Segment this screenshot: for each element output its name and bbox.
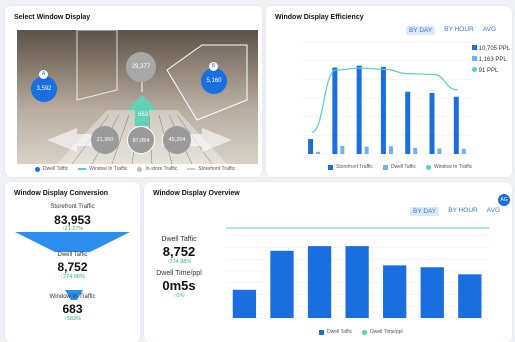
storefront-bar [308,139,314,154]
dwell-bar [345,246,369,318]
camera-view[interactable]: 3,592 A 5,160 B 29,377 663 21,950 87,054… [17,30,258,164]
window-in-legend-icon [425,164,431,170]
window-value: 683 [62,302,83,316]
dwell-bar [458,274,482,318]
efficiency-chart [302,41,472,155]
dwell-legend-icon [35,166,40,172]
efficiency-card: Window Display Efficiency BY DAY BY HOUR… [266,6,512,177]
bubble-left[interactable]: 21,950 [91,126,119,154]
dwell-change: ↑274.98% [60,274,85,280]
dwell-label: Dwell Taffic [57,252,88,258]
storefront-bar [380,66,386,154]
storefront-legend-icon [187,168,196,170]
dwell-legend-icon [472,56,477,61]
dwell-value: 8,752 [57,260,88,274]
overview-chart [226,223,489,319]
dwell-bar [340,145,345,154]
storefront-legend-icon [472,45,477,50]
storefront-legend-icon [328,164,333,170]
dwell-time-legend-icon [362,329,368,335]
storefront-change: ↑21.27% [61,226,84,232]
dwell-bar [232,289,257,318]
window-label: Window In Traffic [49,294,96,300]
conversion-card: Window Display Conversion Storefront Tra… [5,182,140,342]
dwell-bar [307,246,332,318]
dwell-bar [316,151,321,154]
storefront-value: 83,953 [54,213,91,227]
storefront-bar [405,91,411,154]
storefront-bar [429,93,435,154]
storefront-bar [453,96,459,154]
dwell-bar [413,147,418,154]
bubble-center[interactable]: 87,054 [127,126,155,154]
window-in-legend-icon [472,67,477,72]
camera-legend: Dwell Taffic Window In Traffic In-store … [35,166,235,172]
dwell-bar [388,146,393,154]
storefront-label: Storefront Traffic [50,204,95,210]
select-window-card: Select Window Display 3,592 A 5,160 B 29 [5,6,262,177]
card-title: Select Window Display [14,14,91,21]
storefront-bar [332,67,338,154]
efficiency-side-legend: 10,705 PPL 1,163 PPL 91 PPL [472,44,510,77]
badge-a[interactable]: 3,592 A [31,70,57,102]
bubble-top[interactable]: 29,377 [126,52,156,82]
dwell-bar [420,267,444,318]
dwell-legend-icon [319,329,324,335]
badge-b[interactable]: 5,160 B [201,62,227,94]
storefront-bar [356,65,362,154]
dwell-bar [437,148,442,154]
window-in-legend-icon [78,168,87,170]
overview-card: Window Display Overview BY DAY BY HOUR A… [144,182,512,342]
dwell-bar [270,250,294,318]
dwell-bar [383,265,407,318]
overview-legend: Dwell Taffic Dwell Time/ppl [319,329,403,335]
bubble-right[interactable]: 45,204 [163,126,191,154]
bubble-arrow: 663 [137,112,148,118]
window-change: ↑583% [64,316,81,322]
dwell-bar [364,146,369,154]
in-store-legend-icon [137,166,143,172]
efficiency-bottom-legend: Storefront Traffic Dwell Taffic Window I… [328,164,472,170]
dwell-bar [461,148,466,154]
dwell-legend-icon [382,164,388,170]
